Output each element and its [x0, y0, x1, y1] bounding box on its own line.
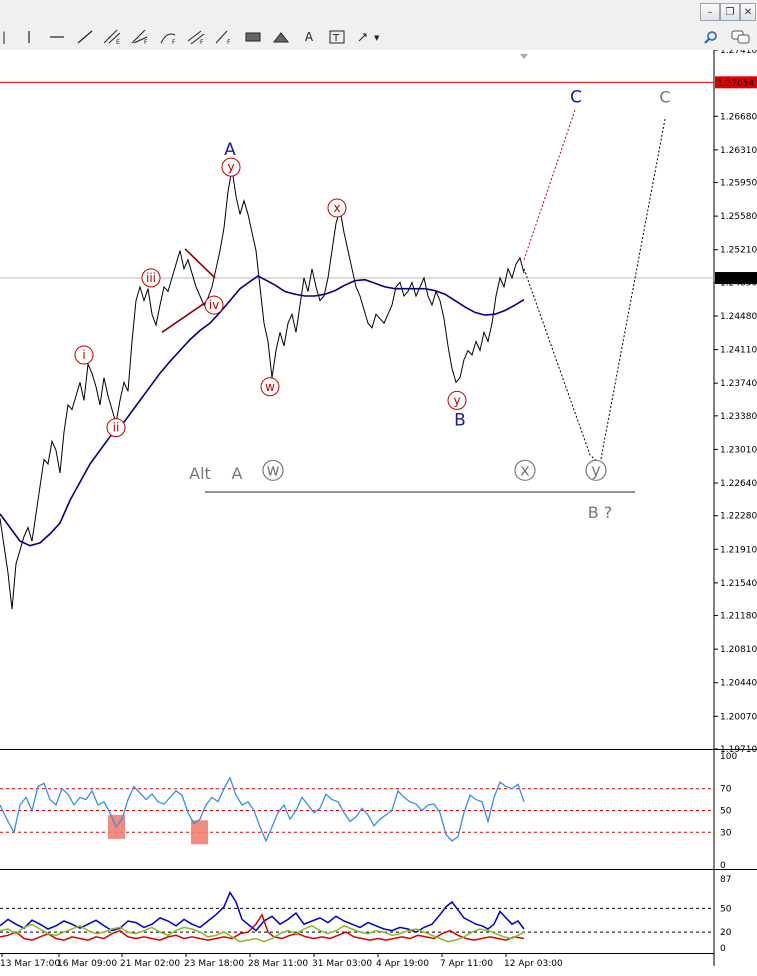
fibo-expansion-icon[interactable]: E: [102, 27, 124, 47]
chat-icon[interactable]: [730, 27, 752, 47]
wave-label-y: y: [227, 160, 234, 174]
price-tick-label: 1.23740: [720, 379, 757, 389]
indicator-tick-label: 87: [720, 875, 731, 885]
close-icon[interactable]: ✕: [740, 3, 756, 21]
price-tick-label: 1.26680: [720, 112, 757, 122]
price-tick-label: 1.25950: [720, 179, 757, 189]
time-tick-label: 28 Mar 11:00: [248, 959, 308, 969]
fibo-channel-icon[interactable]: F: [186, 27, 208, 47]
price-tick-label: 1.20440: [720, 679, 757, 689]
wave-label-B: B: [454, 410, 466, 430]
time-tick-label: 16 Mar 09:00: [57, 959, 117, 969]
price-tick-label: 1.24110: [720, 346, 757, 356]
wave-label-iv: iv: [209, 298, 219, 312]
time-tick-label: 12 Apr 03:00: [504, 959, 563, 969]
label-icon[interactable]: T: [326, 27, 348, 47]
wave-label-ii: ii: [113, 421, 120, 435]
current-price-label: 1.24898: [717, 275, 754, 285]
window-title-bar: – ❐ ✕: [0, 0, 757, 24]
fibo-fan-icon[interactable]: F: [130, 27, 152, 47]
drawing-toolbar: | E F F F F A T ▼: [0, 24, 757, 51]
rsi-line: [0, 776, 525, 843]
price-tick-label: 1.25580: [720, 212, 757, 222]
price-tick-label: 1.20810: [720, 645, 757, 655]
indicator-tick-label: 20: [720, 928, 732, 938]
triangle-icon[interactable]: [270, 27, 292, 47]
wave-label-w: w: [265, 380, 275, 394]
indicator-tick-label: 0: [720, 944, 726, 954]
chart-area[interactable]: 1.27410 1.26680 1.26310 1.25950 1.25580 1.252…: [0, 50, 757, 976]
svg-text:▼: ▼: [374, 34, 380, 42]
svg-text:F: F: [200, 39, 204, 45]
svg-text:F: F: [227, 39, 231, 45]
alt-label: B ?: [588, 503, 613, 522]
price-tick-label: 1.22280: [720, 512, 757, 522]
wave-label-alt-C: C: [659, 87, 670, 106]
fibo-arcs-icon[interactable]: F: [158, 27, 180, 47]
wave-label-i: i: [82, 348, 85, 362]
rsi-tick-label: 0: [720, 861, 726, 871]
price-tick-label: 1.22640: [720, 479, 757, 489]
price-tick-label: 1.25210: [720, 246, 757, 256]
alt-wave-label-x: x: [520, 460, 529, 479]
time-tick-label: 13 Mar 17:00: [0, 959, 60, 969]
wave-label-y: y: [453, 393, 460, 407]
time-tick-label: 7 Apr 11:00: [440, 959, 493, 969]
svg-text:F: F: [172, 39, 176, 45]
price-tick-label: 1.21910: [720, 545, 757, 555]
price-tick-label: 1.27410: [720, 50, 757, 56]
indicator-tick-label: 50: [720, 904, 732, 914]
svg-text:F: F: [144, 39, 148, 45]
alt-wave-label-w: w: [266, 460, 279, 479]
time-tick-label: 21 Mar 02:00: [120, 959, 180, 969]
wave-label-iii: iii: [146, 271, 156, 285]
wave-label-C: C: [570, 87, 582, 107]
time-tick-label: 31 Mar 03:00: [312, 959, 372, 969]
rectangle-icon[interactable]: [242, 27, 264, 47]
arrows-icon[interactable]: ▼: [356, 27, 384, 47]
price-tick-label: 1.26310: [720, 146, 757, 156]
rsi-tick-label: 30: [720, 828, 732, 838]
price-tick-label: 1.21180: [720, 612, 757, 622]
price-tick-label: 1.23380: [720, 412, 757, 422]
alt-wave-label-y: y: [591, 460, 600, 479]
fibo-time-icon[interactable]: F: [214, 27, 236, 47]
wave-label-A: A: [224, 140, 236, 160]
price-panel: [0, 50, 757, 749]
rsi-tick-label: 50: [720, 807, 732, 817]
price-tick-label: 1.23010: [720, 445, 757, 455]
svg-text:T: T: [332, 33, 340, 44]
alt-label: A: [232, 464, 243, 483]
minimize-icon[interactable]: –: [700, 3, 720, 21]
text-tool-button[interactable]: A: [298, 27, 320, 47]
price-tick-label: 1.24480: [720, 312, 757, 322]
price-tick-label: 1.21540: [720, 579, 757, 589]
svg-text:E: E: [116, 39, 120, 45]
alt-label: Alt: [189, 464, 211, 483]
rsi-tick-label: 100: [720, 752, 737, 762]
time-tick-label: 23 Mar 18:00: [184, 959, 244, 969]
resistance-price-label: 1.27054: [717, 79, 754, 89]
vertical-line-icon[interactable]: [18, 27, 40, 47]
search-icon[interactable]: [700, 27, 722, 47]
price-tick-label: 1.20070: [720, 712, 757, 722]
wave-label-x: x: [333, 201, 340, 215]
restore-icon[interactable]: ❐: [720, 3, 740, 21]
trendline-icon[interactable]: [74, 27, 96, 47]
toolbar-scroll-handle[interactable]: |: [0, 27, 8, 47]
horizontal-line-icon[interactable]: [46, 27, 68, 47]
time-tick-label: 4 Apr 19:00: [376, 959, 429, 969]
rsi-tick-label: 70: [720, 785, 732, 795]
